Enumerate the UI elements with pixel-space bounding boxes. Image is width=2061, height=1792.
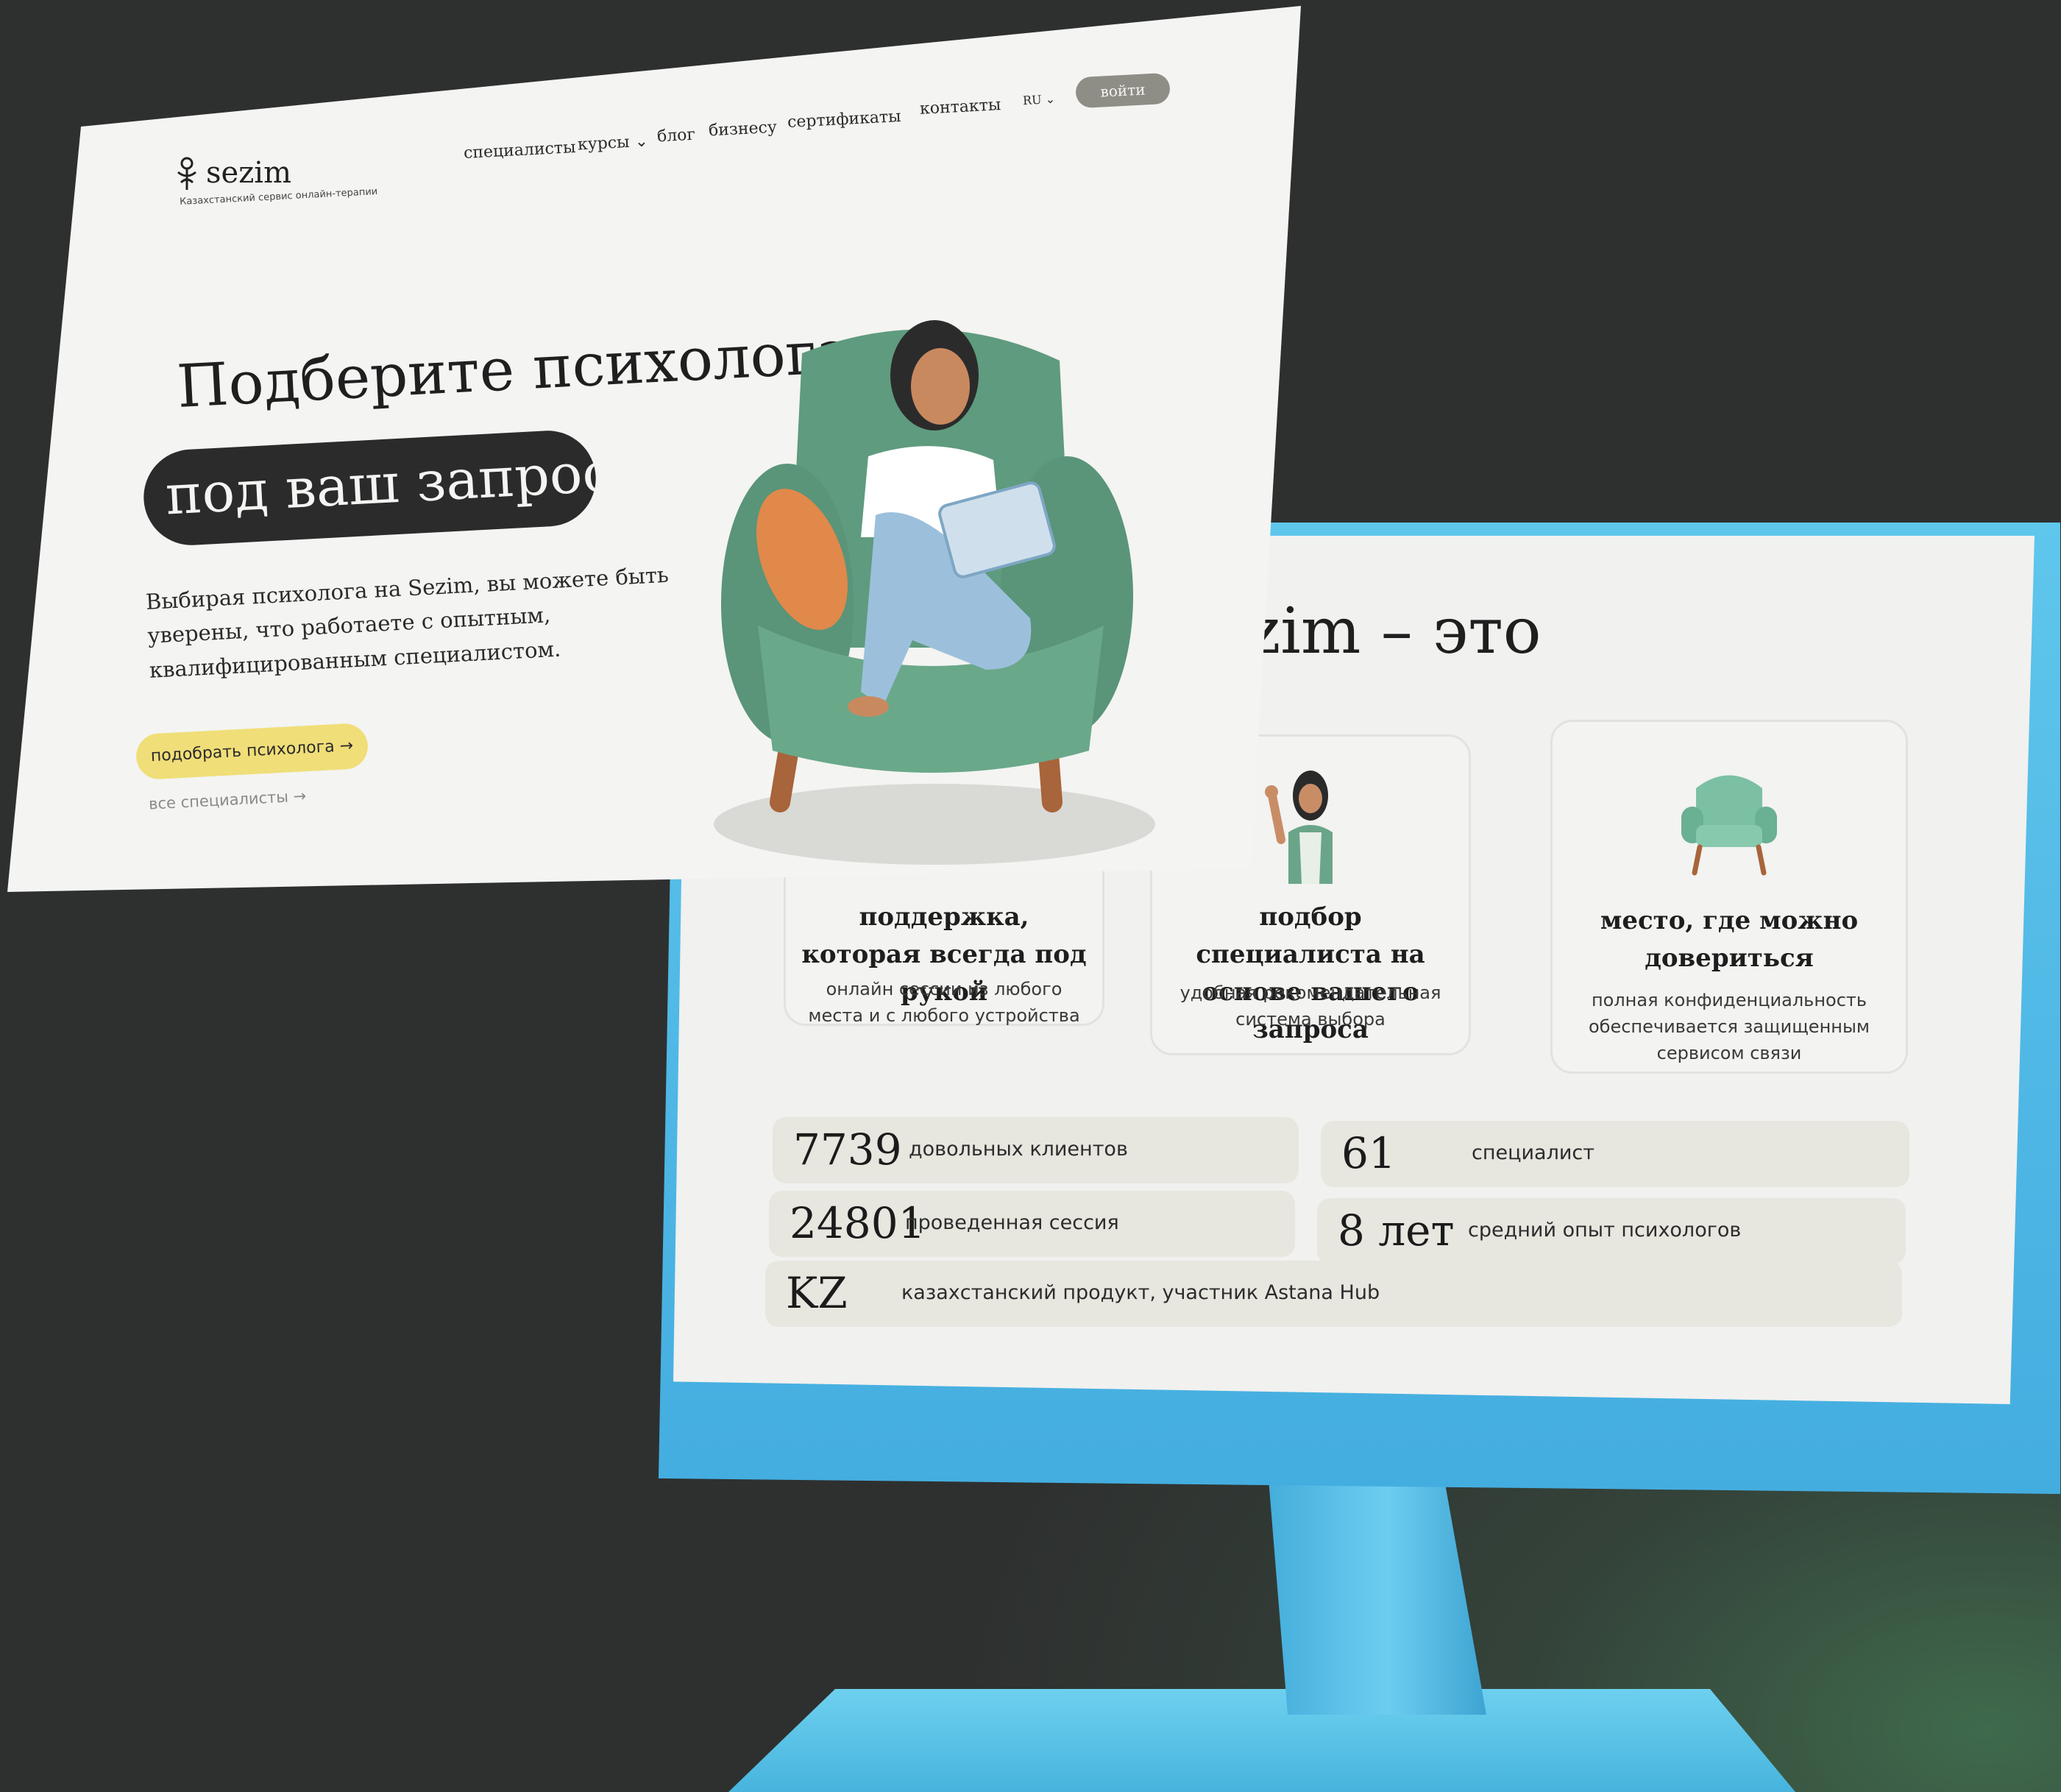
card-description: полная конфиденциальность обеспечивается… (1588, 990, 1870, 1063)
hero-description: Выбирая психолога на Sezim, вы можете бы… (145, 562, 670, 683)
stat-row-clients: 7739 довольных клиентов (773, 1117, 1299, 1183)
nav-courses[interactable]: курсы ⌄ (577, 132, 648, 155)
all-specialists-link[interactable]: все специалисты → (149, 787, 307, 812)
stat-label: проведенная сессия (905, 1211, 1119, 1234)
find-psychologist-button[interactable]: подобрать психолога → (135, 722, 369, 781)
armchair-illustration (1681, 775, 1777, 876)
stat-row-kz: KZ казахстанский продукт, участник Astan… (765, 1261, 1902, 1327)
nav-contacts[interactable]: контакты (919, 96, 1001, 118)
stat-row-sessions: 24801 проведенная сессия (769, 1191, 1295, 1257)
nav-blog[interactable]: блог (656, 126, 695, 146)
card-description: удобная рекомендательная система выбора (1180, 982, 1441, 1030)
monitor-stand-base (728, 1689, 1795, 1792)
card-title: место, где можно довериться (1600, 906, 1859, 973)
language-selector[interactable]: RU ⌄ (1023, 92, 1056, 107)
stat-value: 7739 (793, 1125, 902, 1175)
section-title: zim – это (1247, 595, 1542, 668)
waving-woman-illustration (1265, 771, 1333, 884)
stat-value: KZ (786, 1268, 848, 1318)
stat-label: казахстанский продукт, участник Astana H… (901, 1281, 1380, 1304)
stat-label: специалист (1472, 1141, 1594, 1164)
stat-value: 8 лет (1338, 1205, 1455, 1256)
login-button[interactable]: войти (1074, 72, 1171, 109)
hero-pill-text: под ваш запрос (163, 440, 614, 528)
woman-in-armchair-illustration (714, 320, 1155, 865)
landing-page-panel: sezim Казахстанский сервис онлайн-терапи… (7, 6, 1301, 892)
logo-icon (177, 157, 196, 190)
stat-row-specialists: 61 специалист (1321, 1121, 1909, 1187)
stat-label: довольных клиентов (909, 1138, 1128, 1161)
stat-row-experience: 8 лет средний опыт психологов (1317, 1198, 1906, 1264)
nav-certificates[interactable]: сертификаты (787, 107, 901, 132)
card-description: онлайн сессии из любого места и с любого… (808, 979, 1080, 1026)
feature-card-trust: место, где можно довериться полная конфи… (1550, 720, 1908, 1074)
stat-label: средний опыт психологов (1468, 1219, 1742, 1242)
nav-specialists[interactable]: специалисты (463, 138, 576, 163)
stat-value: 61 (1341, 1128, 1396, 1178)
logo-text[interactable]: sezim (206, 156, 291, 190)
nav-business[interactable]: бизнесу (708, 118, 777, 141)
hero-highlight-pill: под ваш запрос (141, 428, 614, 548)
